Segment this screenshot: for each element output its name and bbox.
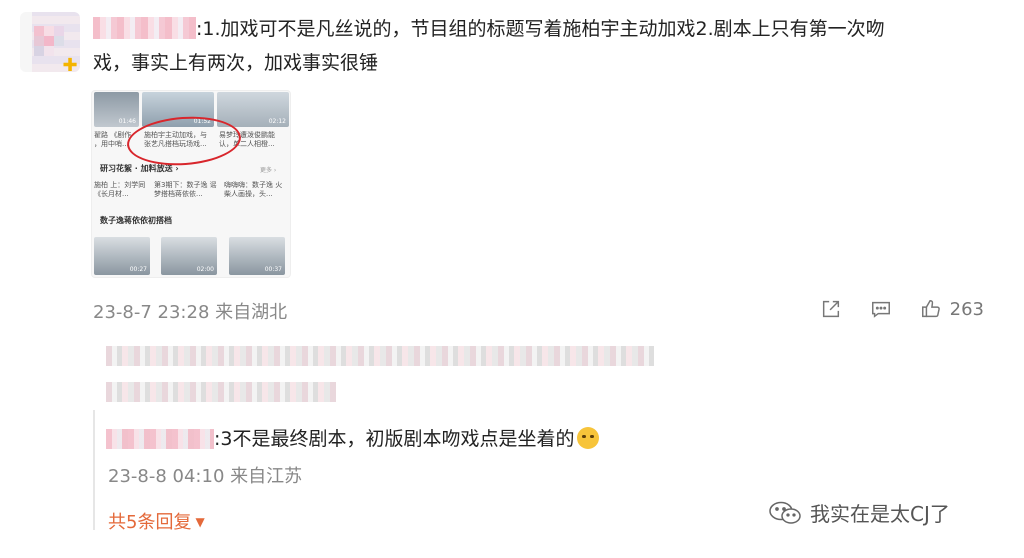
- action-bar: 263: [820, 296, 984, 322]
- reply-content: :3不是最终剧本，初版剧本吻戏点是坐着的: [214, 428, 575, 450]
- reply-location: 来自江苏: [230, 466, 303, 487]
- post-location: 来自湖北: [215, 302, 288, 323]
- section-title: 数子逸蒋依依初搭档: [100, 216, 172, 225]
- list-item: 嗨嗨嗨：数子逸 火柴人画操，头...: [224, 181, 283, 198]
- video-thumb: 01:46: [94, 92, 139, 127]
- reply-divider: [93, 410, 95, 530]
- share-icon: [822, 300, 839, 318]
- blurred-reply-line: [106, 382, 336, 402]
- comment-text: :1.加戏可不是凡丝说的，节目组的标题写着施柏宇主动加戏2.剧本上只有第一次吻 …: [93, 12, 973, 80]
- share-button[interactable]: [820, 298, 842, 320]
- comment-text-line1: :1.加戏可不是凡丝说的，节目组的标题写着施柏宇主动加戏2.剧本上只有第一次吻: [196, 18, 885, 40]
- watermark: 我实在是太CJ了: [768, 498, 950, 527]
- wechat-icon: [769, 501, 801, 524]
- reply-meta: 23-8-8 04:10 来自江苏: [108, 462, 302, 488]
- section-more: 更多 ›: [260, 167, 277, 174]
- video-thumb: 00:37: [229, 237, 285, 275]
- reply-timestamp: 23-8-8 04:10: [108, 466, 225, 487]
- more-replies-link[interactable]: 共5条回复 ▼: [108, 508, 205, 534]
- reply-item: :3不是最终剧本，初版剧本吻戏点是坐着的: [106, 422, 599, 456]
- comment-button[interactable]: [870, 298, 892, 320]
- video-thumb: 02:00: [161, 237, 217, 275]
- blurred-reply-line: [106, 346, 654, 366]
- watermark-text: 我实在是太CJ了: [810, 502, 950, 526]
- comment-icon: [871, 301, 890, 318]
- more-replies-label: 共5条回复: [108, 512, 192, 533]
- caret-down-icon: ▼: [195, 515, 205, 529]
- commenter-name-blurred[interactable]: [93, 17, 196, 39]
- video-thumb: 02:12: [217, 92, 289, 127]
- commenter-avatar[interactable]: ✚: [20, 12, 80, 76]
- list-item: 第3期下：数子逸 谣梦搭档蒋依依...: [154, 181, 217, 198]
- comment-text-line2: 戏，事实上有两次，加戏事实很锤: [93, 52, 379, 74]
- video-thumb: 00:27: [94, 237, 150, 275]
- sweat-smile-emoji-icon: [576, 427, 599, 449]
- like-icon: [921, 300, 940, 318]
- reply-author-blurred[interactable]: [106, 429, 214, 449]
- post-meta: 23-8-7 23:28 来自湖北: [93, 298, 287, 324]
- like-button[interactable]: 263: [920, 298, 984, 320]
- list-item: 施柏 上：刘学同 《长月材...: [94, 181, 146, 198]
- like-count: 263: [949, 298, 984, 320]
- post-timestamp: 23-8-7 23:28: [93, 302, 210, 323]
- vip-badge-icon: ✚: [62, 55, 78, 76]
